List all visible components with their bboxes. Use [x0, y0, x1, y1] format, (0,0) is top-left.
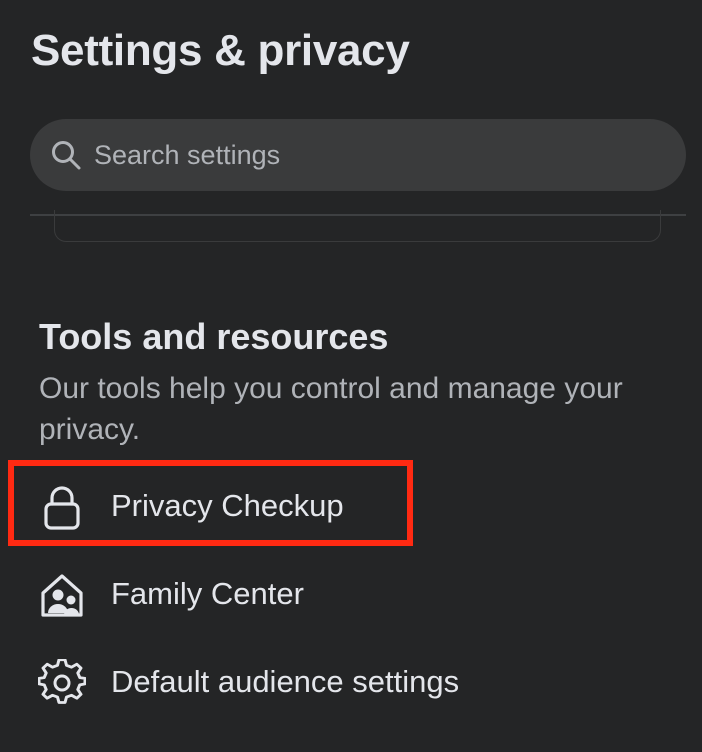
family-center-item[interactable]: Family Center [38, 566, 598, 622]
family-center-icon [41, 574, 83, 617]
search-icon [52, 141, 81, 170]
section-description: Our tools help you control and manage yo… [39, 372, 623, 446]
search-input[interactable] [94, 119, 654, 191]
search-bar[interactable] [30, 119, 686, 191]
card-bottom-edge [54, 210, 661, 242]
default-audience-settings-item[interactable]: Default audience settings [38, 654, 598, 710]
highlight-box [8, 460, 413, 546]
family-center-label: Family Center [111, 576, 304, 611]
page-title: Settings & privacy [31, 26, 410, 75]
gear-icon [38, 659, 86, 704]
section-title: Tools and resources [39, 316, 389, 357]
default-audience-settings-label: Default audience settings [111, 664, 460, 699]
